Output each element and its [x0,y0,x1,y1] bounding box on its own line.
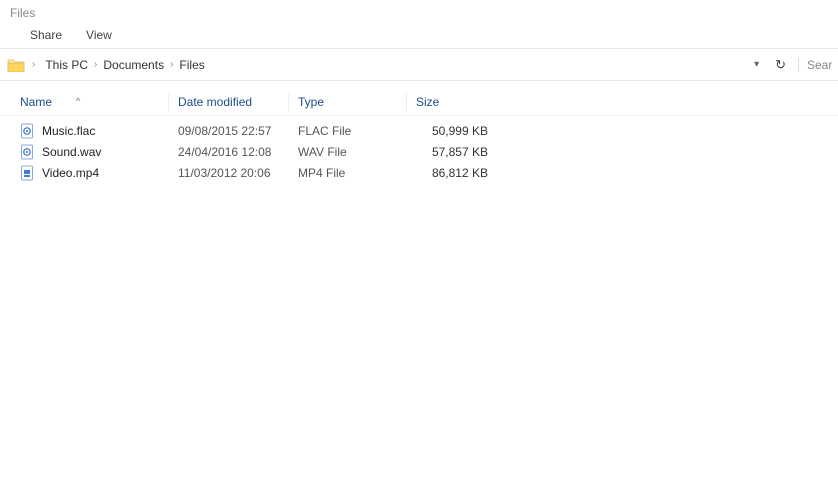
column-header-name-label: Name [20,95,52,109]
audio-file-icon [20,144,36,160]
file-row[interactable]: Music.flac 09/08/2015 22:57FLAC File50,99… [0,120,838,141]
audio-file-icon [20,123,36,139]
file-type-cell: WAV File [298,145,416,159]
file-size-cell: 57,857 KB [416,145,496,159]
tab-share[interactable]: Share [30,28,62,42]
file-name-label: Music.flac [42,124,95,138]
file-size-cell: 86,812 KB [416,166,496,180]
chevron-right-icon[interactable]: › [168,59,175,70]
tab-view[interactable]: View [86,28,112,42]
file-name-cell: Music.flac [20,123,178,139]
file-date-cell: 24/04/2016 12:08 [178,145,298,159]
sort-ascending-icon: ^ [76,96,80,106]
address-history-dropdown[interactable]: ▾ [750,57,763,72]
file-name-label: Sound.wav [42,145,101,159]
video-file-icon [20,165,36,181]
column-header-date[interactable]: Date modified [178,95,298,109]
file-name-cell: Sound.wav [20,144,178,160]
file-name-label: Video.mp4 [42,166,99,180]
file-date-cell: 11/03/2012 20:06 [178,166,298,180]
address-bar: › This PC › Documents › Files ▾ ↻ Sear [0,49,838,81]
file-type-cell: MP4 File [298,166,416,180]
search-input[interactable]: Sear [798,58,832,72]
chevron-right-icon[interactable]: › [92,59,99,70]
breadcrumb: This PC › Documents › Files [41,56,746,74]
breadcrumb-documents[interactable]: Documents [99,56,168,74]
column-header-name[interactable]: Name ^ [20,95,178,109]
file-date-cell: 09/08/2015 22:57 [178,124,298,138]
file-row[interactable]: Video.mp4 11/03/2012 20:06MP4 File86,812 … [0,162,838,183]
file-rows: Music.flac 09/08/2015 22:57FLAC File50,99… [0,116,838,183]
file-list-area: Name ^ Date modified Type Size Music.fla… [0,81,838,183]
folder-icon [6,55,26,75]
file-type-cell: FLAC File [298,124,416,138]
file-row[interactable]: Sound.wav 24/04/2016 12:08WAV File57,857 … [0,141,838,162]
column-header-type[interactable]: Type [298,95,416,109]
ribbon-tabs: Share View [0,22,838,49]
breadcrumb-this-pc[interactable]: This PC [41,56,92,74]
file-size-cell: 50,999 KB [416,124,496,138]
chevron-right-icon[interactable]: › [30,59,37,70]
column-headers: Name ^ Date modified Type Size [0,89,838,116]
file-name-cell: Video.mp4 [20,165,178,181]
refresh-button[interactable]: ↻ [769,55,792,75]
breadcrumb-files[interactable]: Files [175,56,208,74]
window-title: Files [0,0,838,22]
column-header-size[interactable]: Size [416,95,496,109]
